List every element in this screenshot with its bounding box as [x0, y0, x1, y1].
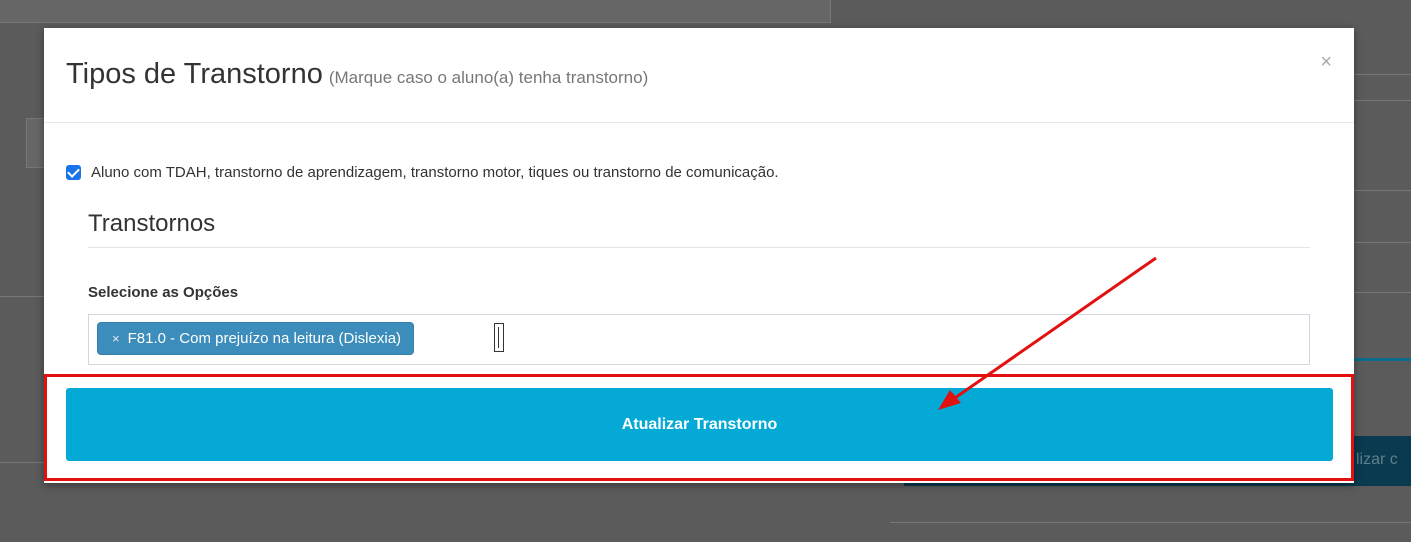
background-input: [26, 118, 45, 168]
modal-subtitle: (Marque caso o aluno(a) tenha transtorno…: [328, 68, 649, 87]
background-divider: [1354, 190, 1411, 191]
selected-tag: × F81.0 - Com prejuízo na leitura (Disle…: [97, 322, 415, 355]
background-divider: [0, 462, 44, 463]
background-panel-left: [0, 0, 831, 23]
background-button-label: lizar c: [1356, 451, 1398, 468]
background-divider: [1354, 358, 1411, 361]
transtorno-multiselect[interactable]: × F81.0 - Com prejuízo na leitura (Disle…: [88, 314, 1310, 365]
section-title: Transtornos: [88, 210, 216, 237]
background-divider: [1354, 100, 1411, 101]
background-button-right: lizar c: [1354, 436, 1411, 486]
tag-remove-icon[interactable]: ×: [112, 331, 120, 346]
tag-label: F81.0 - Com prejuízo na leitura (Dislexi…: [127, 330, 402, 347]
modal-title-text: Tipos de Transtorno: [66, 58, 323, 90]
red-highlight-box: [44, 374, 1354, 481]
checkbox-label: Aluno com TDAH, transtorno de aprendizag…: [91, 164, 779, 181]
checkbox-checked-icon[interactable]: [66, 165, 81, 180]
background-divider: [1354, 74, 1411, 75]
select-label: Selecione as Opções: [88, 284, 239, 301]
text-cursor: [498, 327, 499, 348]
search-input[interactable]: [494, 323, 504, 352]
background-divider: [1354, 292, 1411, 293]
modal-header: Tipos de Transtorno (Marque caso o aluno(…: [44, 28, 1354, 123]
background-divider: [0, 296, 44, 297]
transtorno-checkbox-row[interactable]: Aluno com TDAH, transtorno de aprendizag…: [66, 164, 779, 181]
background-divider: [890, 522, 1411, 523]
section-divider: [88, 247, 1310, 248]
background-divider: [1354, 242, 1411, 243]
close-icon[interactable]: ×: [1320, 52, 1332, 72]
modal-title: Tipos de Transtorno (Marque caso o aluno(…: [66, 58, 648, 91]
